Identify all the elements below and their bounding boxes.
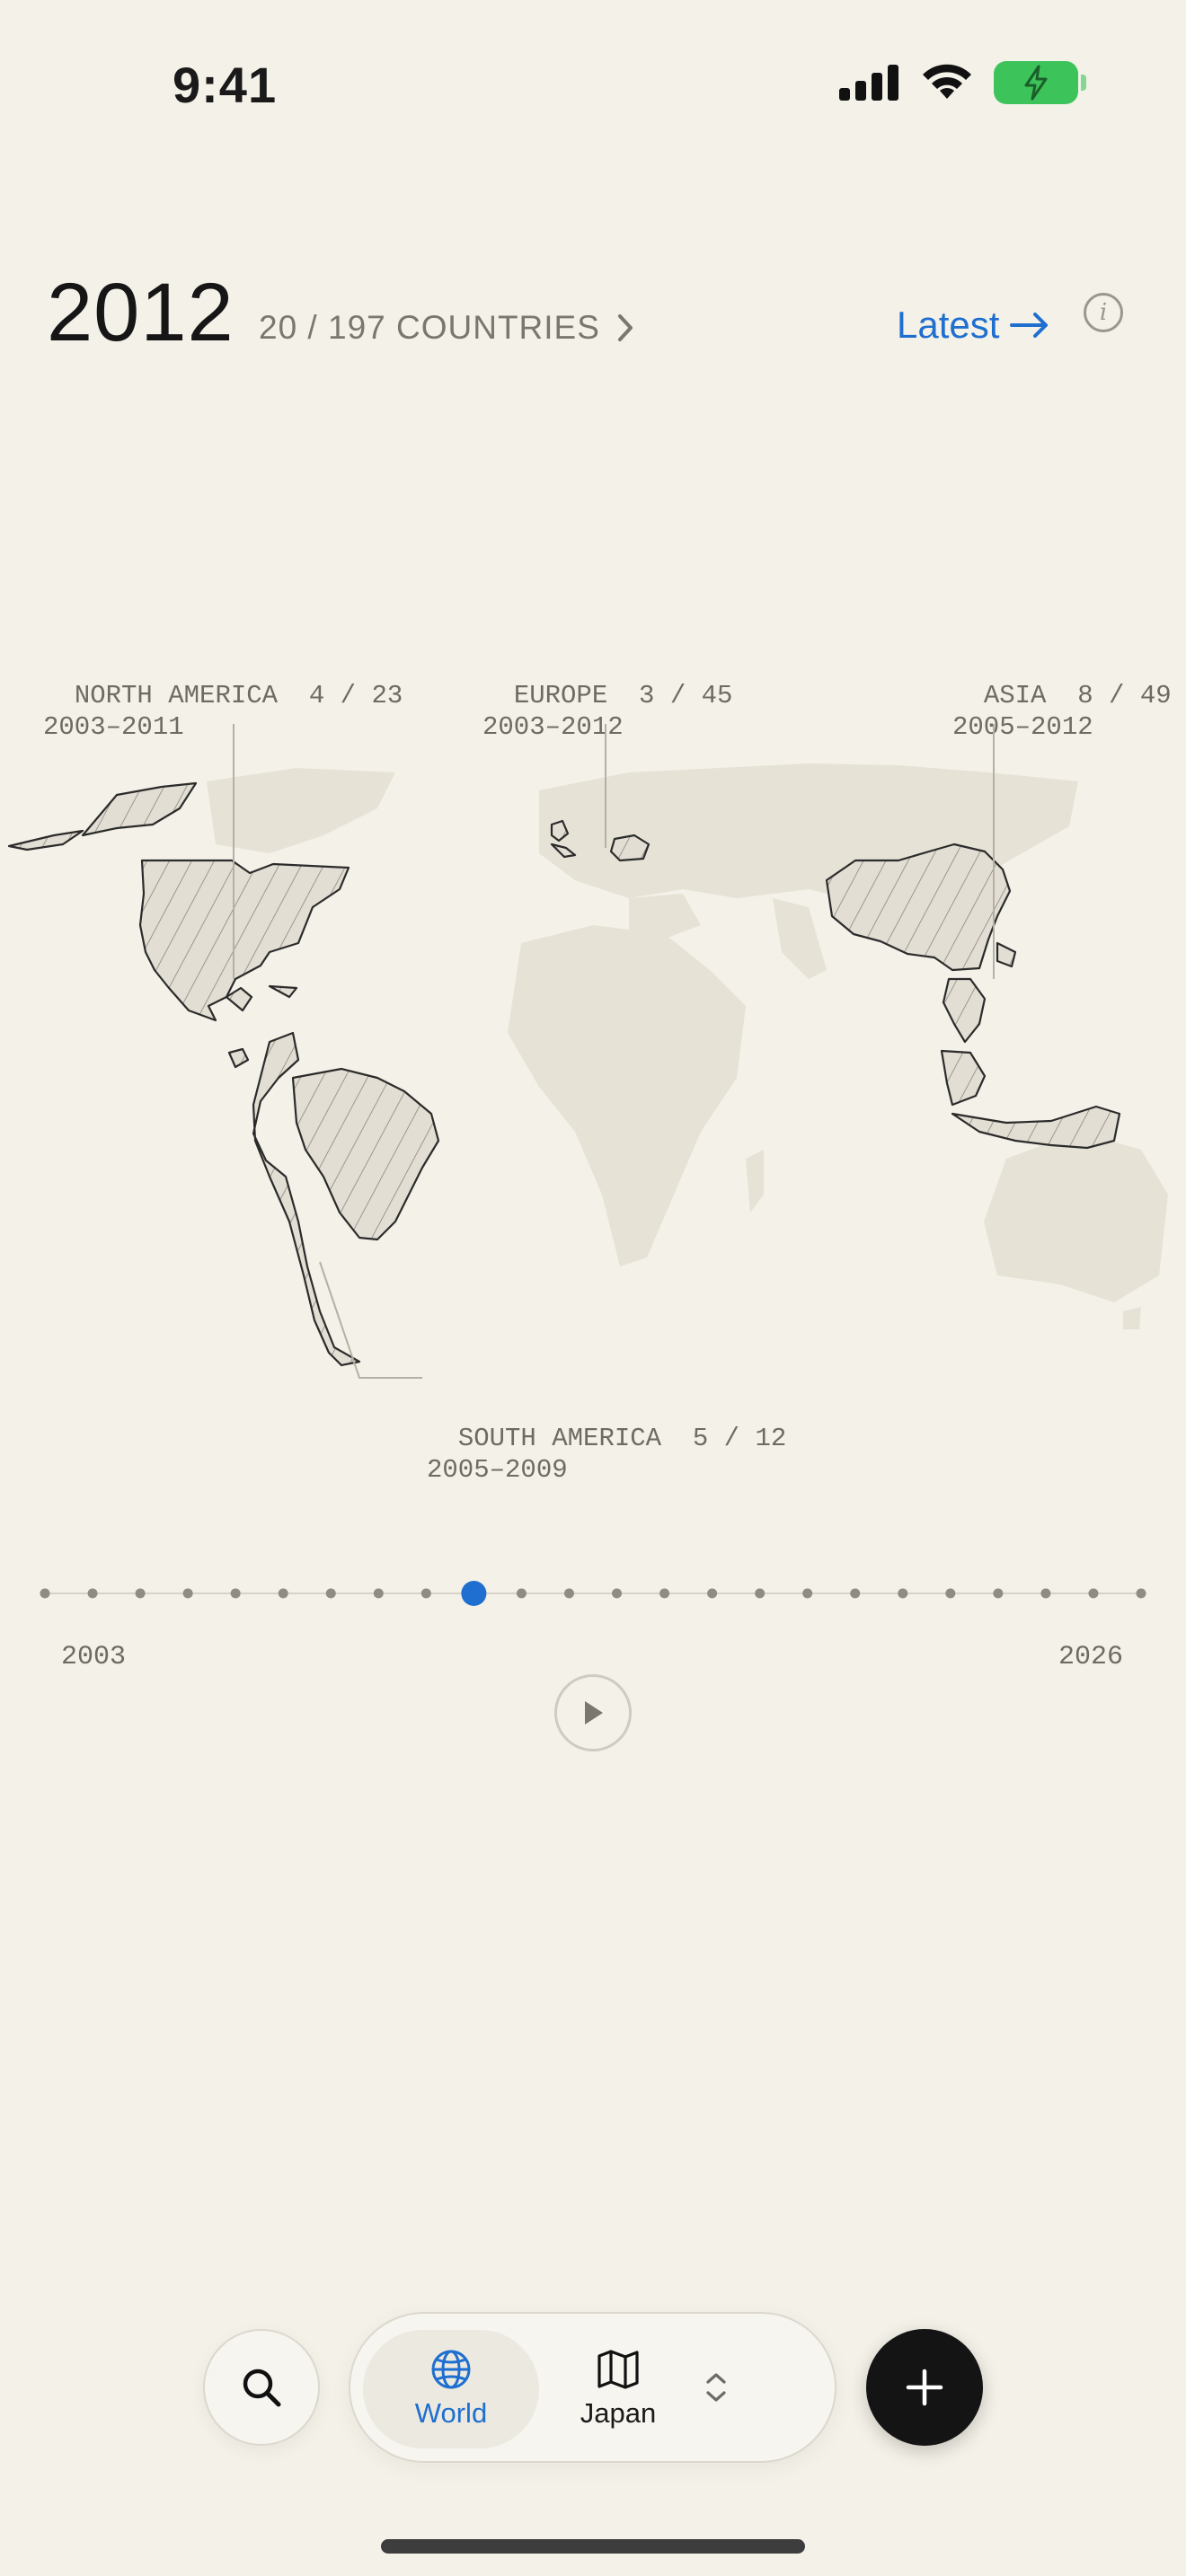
map-icon bbox=[597, 2350, 639, 2389]
search-icon bbox=[243, 2369, 281, 2407]
timeline-year-dot[interactable] bbox=[802, 1588, 813, 1599]
timeline-year-dot[interactable] bbox=[707, 1588, 718, 1599]
wifi-icon bbox=[923, 64, 971, 99]
selected-year: 2012 bbox=[47, 267, 235, 358]
arrow-right-icon bbox=[1010, 313, 1049, 338]
info-icon[interactable]: i bbox=[1084, 293, 1123, 332]
status-icons bbox=[839, 61, 1086, 104]
timeline-year-dot[interactable] bbox=[278, 1588, 288, 1599]
charging-bolt-icon bbox=[1024, 65, 1048, 101]
timeline-year-dot[interactable] bbox=[135, 1588, 146, 1599]
cellular-signal-icon bbox=[839, 65, 898, 101]
visited-asia bbox=[825, 842, 1121, 1150]
timeline-year-dot[interactable] bbox=[420, 1588, 431, 1599]
play-icon bbox=[585, 1701, 603, 1725]
region-count: 5 / 12 bbox=[692, 1424, 787, 1453]
timeline-year-dot[interactable] bbox=[563, 1588, 574, 1599]
battery-icon bbox=[994, 61, 1086, 104]
latest-label: Latest bbox=[897, 304, 1000, 346]
home-indicator bbox=[381, 2539, 805, 2554]
add-button[interactable] bbox=[866, 2329, 983, 2446]
timeline-year-dot[interactable] bbox=[182, 1588, 193, 1599]
region-range: 2005–2009 bbox=[427, 1455, 568, 1485]
year-timeline-slider[interactable] bbox=[0, 1563, 1186, 1617]
play-button[interactable] bbox=[554, 1674, 632, 1751]
world-map[interactable] bbox=[0, 701, 1186, 1383]
search-button[interactable] bbox=[203, 2329, 320, 2446]
region-label-south-america[interactable]: SOUTH AMERICA 5 / 12 2005–2009 bbox=[427, 1391, 786, 1486]
timeline-year-dot[interactable] bbox=[612, 1588, 623, 1599]
chevron-right-icon bbox=[617, 314, 633, 341]
timeline-year-dot[interactable] bbox=[993, 1588, 1004, 1599]
timeline-start-label: 2003 bbox=[61, 1642, 127, 1672]
timeline-selected-year-dot[interactable] bbox=[461, 1581, 487, 1606]
timeline-year-dot[interactable] bbox=[850, 1588, 861, 1599]
timeline-year-dot[interactable] bbox=[659, 1588, 670, 1599]
timeline-year-dot[interactable] bbox=[1088, 1588, 1099, 1599]
timeline-year-dot[interactable] bbox=[755, 1588, 766, 1599]
globe-icon bbox=[431, 2350, 471, 2389]
timeline-year-dot[interactable] bbox=[87, 1588, 98, 1599]
plus-icon bbox=[906, 2369, 943, 2406]
region-name: SOUTH AMERICA bbox=[457, 1424, 662, 1453]
timeline-year-dot[interactable] bbox=[230, 1588, 241, 1599]
countries-count-button[interactable]: 20 / 197 COUNTRIES bbox=[259, 309, 634, 347]
tab-world-label: World bbox=[414, 2397, 488, 2429]
timeline-year-dot[interactable] bbox=[516, 1588, 527, 1599]
timeline-end-label: 2026 bbox=[1058, 1642, 1124, 1672]
timeline-year-dot[interactable] bbox=[1040, 1588, 1051, 1599]
tab-japan-label: Japan bbox=[580, 2397, 657, 2429]
visited-south-america bbox=[227, 1031, 440, 1367]
timeline-year-dot[interactable] bbox=[40, 1588, 50, 1599]
tab-world[interactable]: World bbox=[363, 2330, 539, 2448]
chevron-up-down-icon[interactable] bbox=[703, 2369, 730, 2405]
timeline-year-dot[interactable] bbox=[898, 1588, 908, 1599]
timeline-year-dot[interactable] bbox=[945, 1588, 956, 1599]
tab-japan[interactable]: Japan bbox=[530, 2330, 706, 2448]
view-switcher[interactable]: World Japan bbox=[349, 2312, 836, 2463]
latest-button[interactable]: Latest bbox=[897, 304, 1049, 347]
countries-count-label: 20 / 197 COUNTRIES bbox=[259, 309, 600, 346]
timeline-year-dot[interactable] bbox=[373, 1588, 384, 1599]
timeline-year-dot[interactable] bbox=[1136, 1588, 1146, 1599]
timeline-year-dot[interactable] bbox=[325, 1588, 336, 1599]
status-time: 9:41 bbox=[173, 57, 278, 113]
unvisited-land bbox=[207, 763, 1168, 1329]
